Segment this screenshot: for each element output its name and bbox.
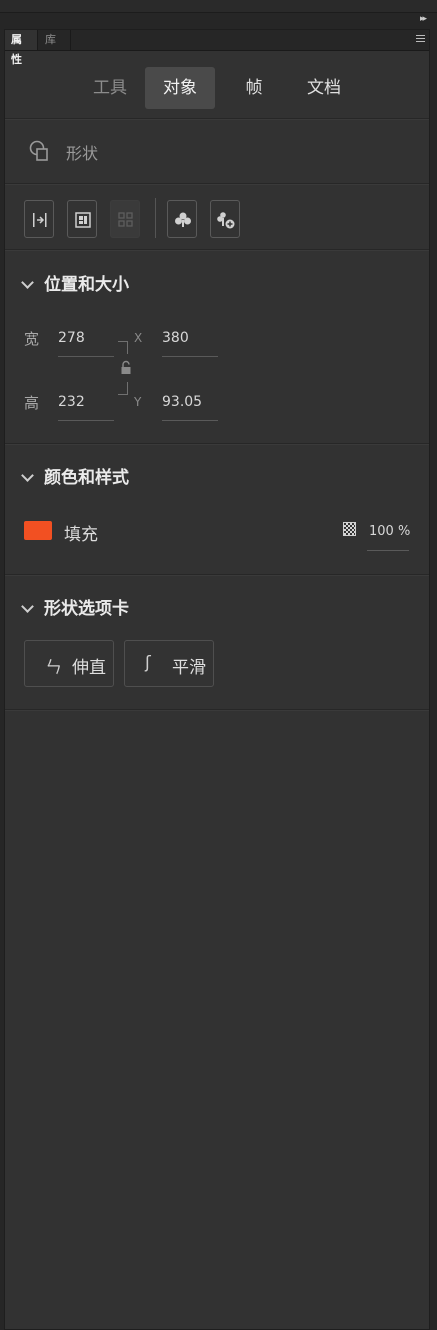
link-bracket-top bbox=[118, 341, 128, 354]
straighten-label: 伸直 bbox=[72, 658, 106, 678]
fit-frame-button[interactable] bbox=[67, 200, 97, 238]
fill-label: 填充 bbox=[64, 525, 98, 545]
add-symbol-button[interactable] bbox=[210, 200, 240, 238]
tab-properties[interactable]: 属性 bbox=[5, 30, 38, 66]
section-color-style[interactable]: 颜色和样式 bbox=[21, 463, 129, 488]
x-field[interactable]: 380 bbox=[162, 330, 189, 346]
section-title: 形状选项卡 bbox=[44, 599, 129, 619]
divider bbox=[5, 709, 429, 711]
divider bbox=[5, 249, 429, 251]
smooth-label: 平滑 bbox=[172, 658, 206, 678]
tab-tools[interactable]: 工具 bbox=[75, 67, 145, 109]
tab-document[interactable]: 文档 bbox=[289, 67, 359, 109]
hamburger-icon[interactable] bbox=[416, 35, 425, 44]
convert-symbol-button[interactable] bbox=[167, 200, 197, 238]
distribute-button[interactable] bbox=[110, 200, 140, 238]
unlock-icon[interactable] bbox=[120, 360, 132, 376]
divider bbox=[5, 574, 429, 576]
convert-symbol-icon bbox=[175, 212, 191, 227]
fill-color-swatch[interactable] bbox=[24, 521, 52, 540]
divider bbox=[5, 118, 429, 120]
smooth-icon: ʃ bbox=[145, 653, 151, 673]
y-field[interactable]: 93.05 bbox=[162, 394, 202, 410]
link-bracket-bottom bbox=[118, 382, 128, 395]
app-frame: ▸▸ 属性 库 工具 对象 帧 文档 形状 位置和大小 宽 278 X 380 … bbox=[0, 0, 437, 1330]
distribute-icon bbox=[118, 212, 133, 227]
height-label: 高 bbox=[24, 394, 40, 412]
panel-tabbar: 属性 库 bbox=[5, 30, 429, 66]
top-strip bbox=[0, 0, 437, 13]
height-underline bbox=[58, 420, 114, 421]
y-label: Y bbox=[134, 395, 142, 409]
add-symbol-icon bbox=[217, 212, 235, 229]
straighten-icon: ㄣ bbox=[45, 658, 62, 678]
divider bbox=[5, 443, 429, 445]
width-label: 宽 bbox=[24, 330, 40, 348]
chevron-down-icon bbox=[21, 469, 34, 482]
tab-object[interactable]: 对象 bbox=[145, 67, 215, 109]
width-underline bbox=[58, 356, 114, 357]
section-title: 位置和大小 bbox=[44, 275, 129, 295]
properties-panel: 属性 库 工具 对象 帧 文档 形状 位置和大小 宽 278 X 380 高 2… bbox=[4, 29, 430, 1330]
width-field[interactable]: 278 bbox=[58, 330, 85, 346]
y-underline bbox=[162, 420, 218, 421]
x-underline bbox=[162, 356, 218, 357]
tab-frame[interactable]: 帧 bbox=[219, 67, 289, 109]
smooth-button[interactable]: ʃ 平滑 bbox=[124, 640, 214, 687]
section-title: 颜色和样式 bbox=[44, 468, 129, 488]
opacity-checker-icon bbox=[343, 522, 356, 536]
collapse-panel-icon[interactable]: ▸▸ bbox=[420, 14, 427, 24]
align-icon bbox=[33, 213, 47, 227]
toolbar-divider bbox=[155, 198, 156, 238]
height-field[interactable]: 232 bbox=[58, 394, 85, 410]
opacity-field[interactable]: 100 % bbox=[369, 524, 410, 539]
divider bbox=[5, 183, 429, 185]
section-position-size[interactable]: 位置和大小 bbox=[21, 270, 129, 295]
object-type-label: 形状 bbox=[66, 144, 99, 163]
straighten-button[interactable]: ㄣ 伸直 bbox=[24, 640, 114, 687]
chevron-down-icon bbox=[21, 600, 34, 613]
shape-icon bbox=[29, 140, 48, 161]
opacity-underline bbox=[367, 550, 409, 551]
tab-library[interactable]: 库 bbox=[39, 30, 71, 50]
section-shape-options[interactable]: 形状选项卡 bbox=[21, 594, 129, 619]
chevron-down-icon bbox=[21, 276, 34, 289]
align-button[interactable] bbox=[24, 200, 54, 238]
x-label: X bbox=[134, 331, 143, 345]
fit-frame-icon bbox=[75, 212, 91, 228]
